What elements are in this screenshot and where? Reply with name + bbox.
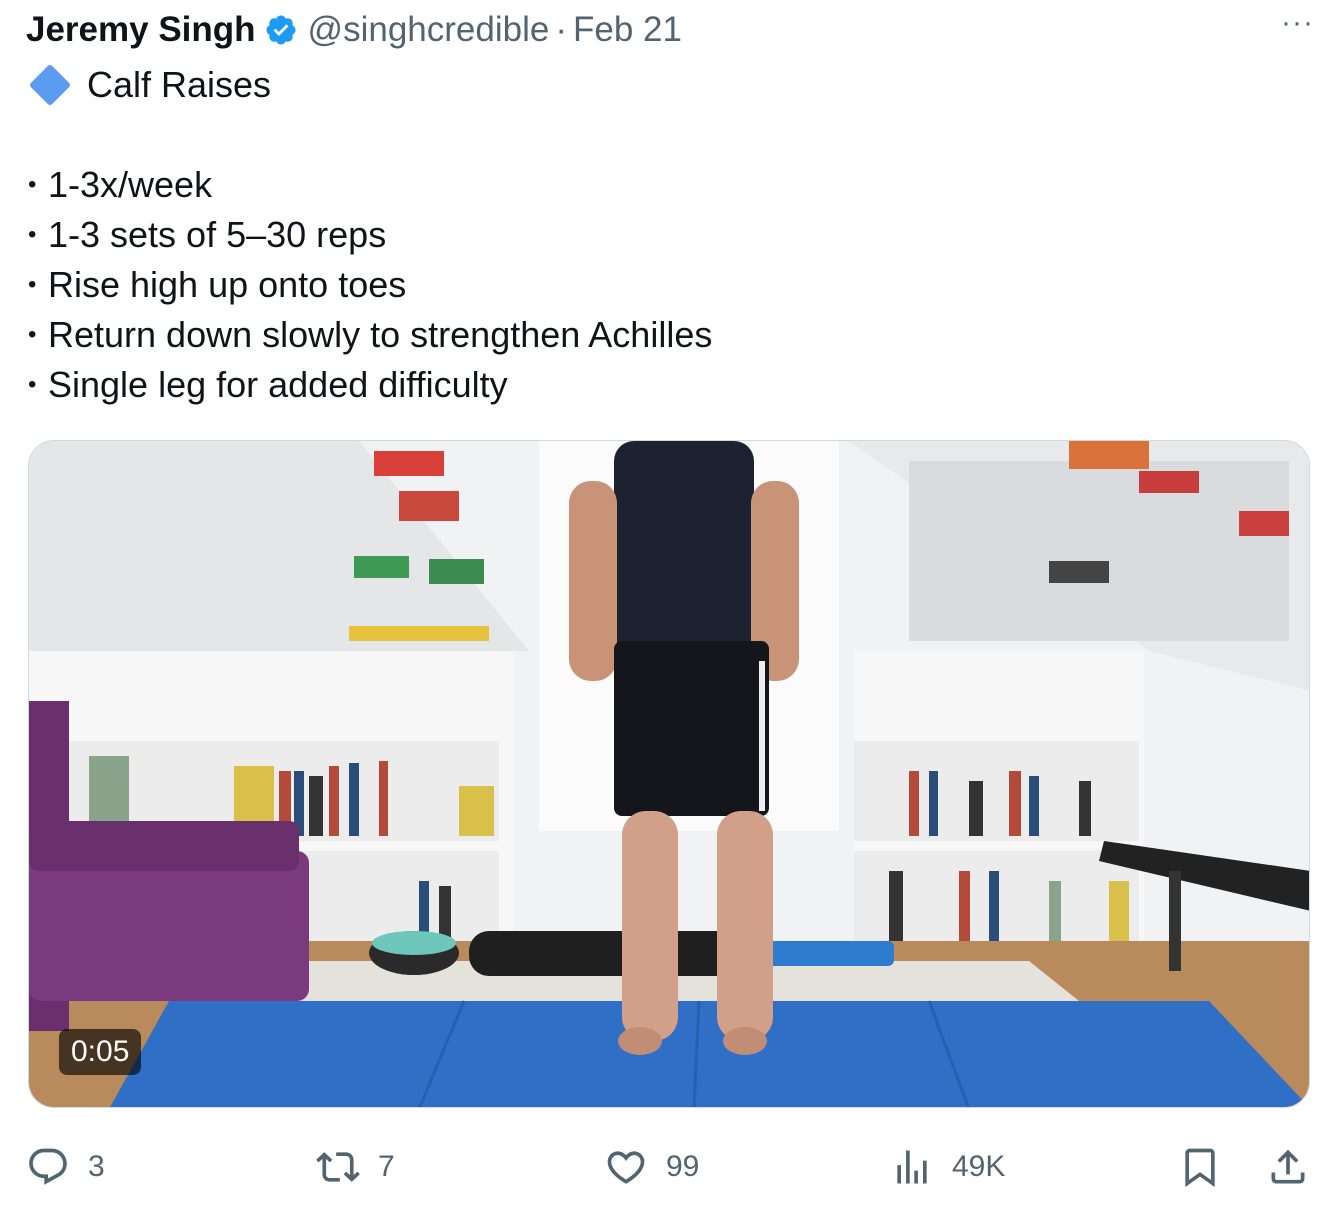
repost-button[interactable]: 7 — [316, 1140, 395, 1194]
tweet-date[interactable]: Feb 21 — [573, 10, 682, 50]
views-button[interactable]: 49K — [890, 1140, 1005, 1194]
author-handle[interactable]: @singhcredible — [308, 10, 550, 50]
bullet-dot: • — [28, 321, 37, 348]
share-button[interactable] — [1266, 1140, 1310, 1194]
bookmark-icon — [1185, 1148, 1215, 1188]
heart-icon — [607, 1151, 645, 1184]
bookmark-button[interactable] — [1178, 1140, 1222, 1194]
blue-diamond-icon — [28, 63, 72, 107]
like-button[interactable]: 99 — [604, 1140, 699, 1194]
video-player[interactable]: 0:05 — [28, 440, 1310, 1108]
verified-badge-icon — [264, 13, 298, 47]
video-frame-illustration — [29, 441, 1309, 1107]
separator-dot: · — [555, 10, 567, 49]
tweet-action-bar: 3 7 99 49K — [26, 1140, 1316, 1194]
reply-button[interactable]: 3 — [26, 1140, 105, 1194]
reply-count: 3 — [88, 1150, 105, 1183]
repost-count: 7 — [378, 1150, 395, 1183]
bullet-dot: • — [28, 171, 37, 198]
tweet-title-row: Calf Raises — [28, 60, 271, 110]
tweet-title: Calf Raises — [87, 64, 272, 105]
list-item: • Single leg for added difficulty — [28, 360, 712, 410]
bullet-dot: • — [28, 271, 37, 298]
list-item: • Return down slowly to strengthen Achill… — [28, 310, 712, 360]
bullet-dot: • — [28, 371, 37, 398]
author-name[interactable]: Jeremy Singh — [26, 10, 256, 50]
list-item: • 1-3 sets of 5–30 reps — [28, 210, 712, 260]
views-chart-icon — [897, 1150, 927, 1184]
list-item: • 1-3x/week — [28, 160, 712, 210]
repost-icon — [316, 1152, 360, 1182]
like-count: 99 — [666, 1150, 700, 1183]
bullet-text: Rise high up onto toes — [48, 264, 407, 305]
more-options-icon[interactable]: ··· — [1281, 6, 1314, 40]
reply-icon — [29, 1148, 67, 1185]
bullet-dot: • — [28, 221, 37, 248]
tweet-bullet-list: • 1-3x/week • 1-3 sets of 5–30 reps • Rise … — [28, 160, 712, 410]
share-icon — [1271, 1149, 1305, 1184]
bullet-text: Single leg for added difficulty — [48, 364, 508, 405]
video-timestamp: 0:05 — [59, 1029, 142, 1075]
tweet-header: Jeremy Singh @singhcredible · Feb 21 — [26, 8, 1312, 52]
bullet-text: 1-3x/week — [48, 164, 213, 205]
list-item: • Rise high up onto toes — [28, 260, 712, 310]
bullet-text: Return down slowly to strengthen Achille… — [48, 314, 713, 355]
views-count: 49K — [952, 1150, 1006, 1183]
bullet-text: 1-3 sets of 5–30 reps — [48, 214, 387, 255]
